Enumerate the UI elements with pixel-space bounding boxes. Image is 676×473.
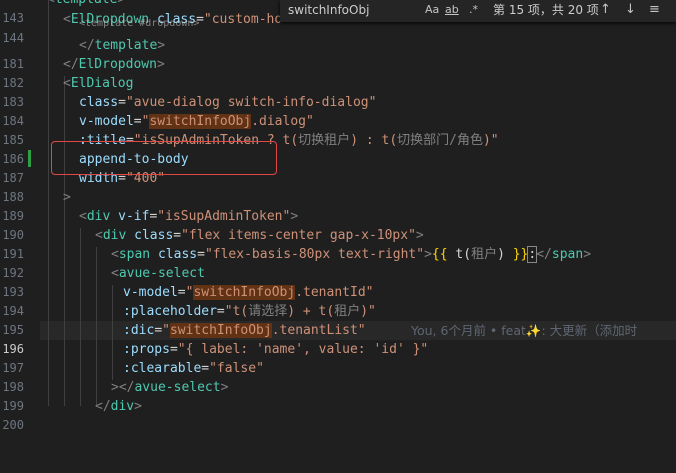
- code-line[interactable]: 197 :props="{ label: 'name', value: 'id'…: [0, 340, 676, 375]
- code-line[interactable]: 185 v-model="switchInfoObj.dialog": [0, 112, 676, 147]
- find-widget: switchInfoObj Aa ab .* 第 15 项，共 20 项 ↑ ↓…: [280, 0, 676, 22]
- code-line[interactable]: 199 ></avue-select>: [0, 378, 676, 413]
- match-case-toggle[interactable]: Aa: [425, 2, 439, 18]
- menu-icon: ≡: [649, 2, 660, 17]
- code-line[interactable]: 195 :placeholder="t(请选择) + t(租户)": [0, 302, 676, 337]
- code-line[interactable]: 181 </template>: [0, 36, 676, 71]
- match-count: 第 15 项，共 20 项: [493, 3, 599, 17]
- code-editor[interactable]: 143 <template> 144 <ElDropdown class="cu…: [0, 0, 676, 432]
- code-line[interactable]: 191 <div class="flex items-center gap-x-…: [0, 226, 676, 261]
- code-line[interactable]: 193 <avue-select: [0, 264, 676, 299]
- code-line[interactable]: 200 </div>: [0, 397, 676, 432]
- code-line[interactable]: 182 </ElDropdown>: [0, 55, 676, 90]
- next-match-button[interactable]: ↓: [625, 0, 636, 20]
- search-match-current: switchInfoObj: [169, 323, 272, 338]
- annotation-highlight-box: [51, 141, 277, 175]
- find-menu-button[interactable]: ≡: [649, 0, 660, 20]
- code-line[interactable]: 184 class="avue-dialog switch-info-dialo…: [0, 93, 676, 128]
- code-line[interactable]: 194 v-model="switchInfoObj.tenantId": [0, 283, 676, 318]
- line-number: 200: [2, 418, 24, 432]
- regex-toggle[interactable]: .*: [469, 2, 478, 18]
- code-line[interactable]: 189 >: [0, 188, 676, 223]
- code-line-current[interactable]: 196 :dic="switchInfoObj.tenantList" You,…: [0, 321, 676, 356]
- code-line[interactable]: 190 <div v-if="isSupAdminToken">: [0, 207, 676, 242]
- find-input[interactable]: switchInfoObj: [288, 0, 398, 20]
- whole-word-toggle[interactable]: ab: [445, 2, 459, 18]
- arrow-up-icon: ↑: [600, 2, 611, 17]
- search-match: switchInfoObj: [149, 114, 252, 129]
- previous-match-button[interactable]: ↑: [600, 0, 611, 20]
- arrow-down-icon: ↓: [625, 2, 636, 17]
- code-line[interactable]: 198 :clearable="false": [0, 359, 676, 394]
- search-match: switchInfoObj: [193, 285, 296, 300]
- git-blame-annotation: You, 6个月前 • feat✨: 大更新（添加时: [411, 323, 638, 338]
- code-line[interactable]: 192 <span class="flex-basis-80px text-ri…: [0, 245, 676, 280]
- code-line[interactable]: 183 <ElDialog: [0, 74, 676, 109]
